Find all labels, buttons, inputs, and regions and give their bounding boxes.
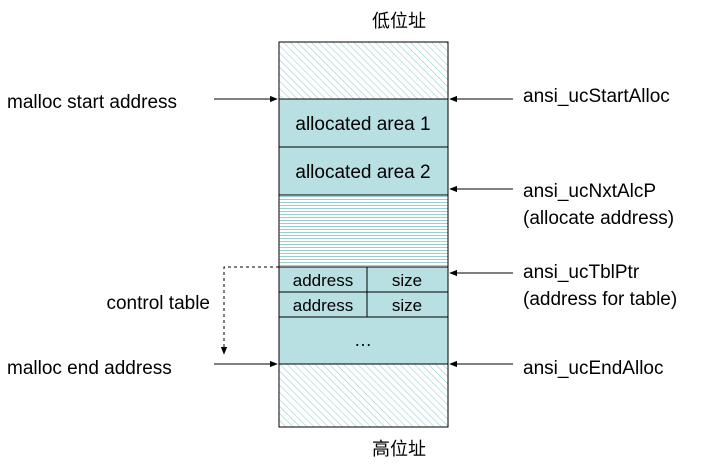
table-row-1-address: address	[293, 271, 353, 290]
tbl-ptr-label: ansi_ucTblPtr	[523, 262, 640, 283]
tbl-ptr-note: (address for table)	[523, 289, 677, 310]
table-row-1-size: size	[392, 271, 422, 290]
start-alloc-label: ansi_ucStartAlloc	[523, 86, 670, 107]
allocated-area-2-label: allocated area 2	[295, 162, 430, 183]
nxt-alc-p-note: (allocate address)	[523, 208, 674, 229]
control-table-label: control table	[106, 293, 210, 314]
nxt-alc-p-label: ansi_ucNxtAlcP	[523, 181, 656, 202]
table-ellipsis: …	[354, 330, 372, 350]
unused-high-region	[278, 363, 449, 428]
end-alloc-label: ansi_ucEndAlloc	[523, 358, 663, 379]
allocated-area-1-label: allocated area 1	[295, 114, 430, 135]
table-row-2-size: size	[392, 296, 422, 315]
bottom-address-label: 高位址	[372, 439, 426, 460]
table-row-2-address: address	[293, 296, 353, 315]
memory-block	[278, 41, 449, 428]
unused-low-region	[278, 41, 449, 100]
free-region	[278, 194, 449, 268]
memory-layout-diagram: 低位址 allocated area 1 allocated area 2 ad…	[7, 11, 677, 460]
control-table-dashed-arrow	[220, 266, 279, 355]
malloc-start-label: malloc start address	[7, 92, 177, 113]
top-address-label: 低位址	[372, 11, 426, 32]
malloc-end-label: malloc end address	[7, 358, 172, 379]
